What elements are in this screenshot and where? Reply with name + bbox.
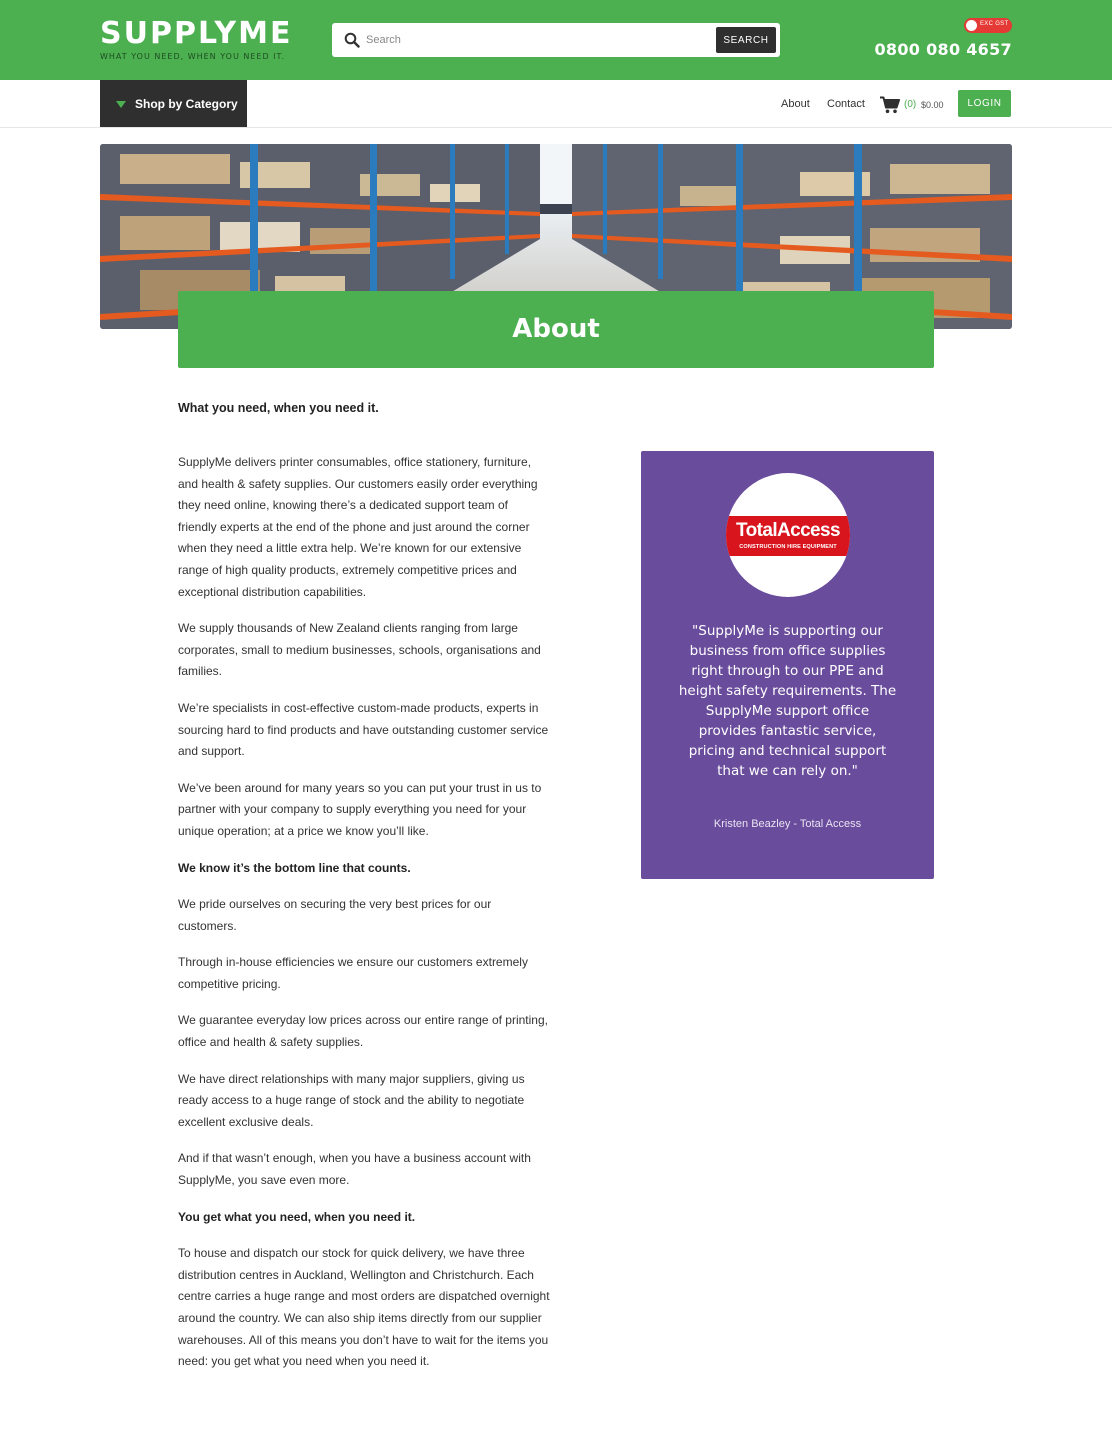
logo-wordmark: SUPPLYME	[100, 16, 293, 51]
about-paragraph: To house and dispatch our stock for quic…	[178, 1246, 550, 1369]
about-subheading: You get what you need, when you need it.	[178, 1209, 416, 1224]
nav-about-link[interactable]: About	[781, 98, 810, 110]
logo-tagline: WHAT YOU NEED, WHEN YOU NEED IT.	[100, 52, 285, 61]
top-header: SUPPLYME WHAT YOU NEED, WHEN YOU NEED IT…	[0, 0, 1112, 80]
intro-heading: What you need, when you need it.	[178, 401, 379, 415]
testimonial-card: TotalAccess CONSTRUCTION HIRE EQUIPMENT …	[641, 451, 934, 879]
page-title: About	[512, 314, 600, 344]
logo-sub-text: CONSTRUCTION HIRE EQUIPMENT	[739, 544, 837, 550]
toggle-knob-icon	[966, 20, 977, 31]
about-paragraph: We’re specialists in cost-effective cust…	[178, 700, 549, 759]
search-icon	[344, 32, 360, 48]
testimonial-author: Kristen Beazley - Total Access	[713, 818, 862, 830]
cart-total[interactable]: $0.00	[921, 100, 944, 110]
about-paragraph: We’ve been around for many years so you …	[178, 780, 542, 838]
about-content: SupplyMe delivers printer consumables, o…	[178, 452, 550, 1388]
about-paragraph: We guarantee everyday low prices across …	[178, 1013, 548, 1050]
nav-contact-link[interactable]: Contact	[827, 98, 865, 110]
total-access-logo: TotalAccess CONSTRUCTION HIRE EQUIPMENT	[726, 473, 850, 597]
search-input[interactable]	[366, 28, 736, 52]
testimonial-quote: "SupplyMe is supporting our business fro…	[678, 623, 897, 779]
cart-count[interactable]: (0)	[904, 99, 916, 110]
main-nav: Shop by Category About Contact (0) $0.00…	[0, 80, 1112, 128]
search-button[interactable]: SEARCH	[716, 27, 776, 53]
page-title-banner: About	[178, 291, 934, 368]
about-paragraph: SupplyMe delivers printer consumables, o…	[178, 455, 538, 599]
phone-number[interactable]: 0800 080 4657	[874, 40, 1012, 59]
about-paragraph: And if that wasn’t enough, when you have…	[178, 1151, 531, 1188]
about-subheading: We know it’s the bottom line that counts…	[178, 860, 411, 875]
supplyme-logo[interactable]: SUPPLYME WHAT YOU NEED, WHEN YOU NEED IT…	[100, 16, 293, 62]
gst-toggle[interactable]: EXC GST	[964, 18, 1012, 33]
about-paragraph: We have direct relationships with many m…	[178, 1071, 525, 1129]
shop-by-category-label: Shop by Category	[135, 97, 238, 111]
gst-toggle-label: EXC GST	[980, 21, 1009, 27]
logo-main-text: TotalAccess	[736, 520, 841, 541]
search-bar: SEARCH	[332, 23, 780, 57]
about-paragraph: Through in-house efficiencies we ensure …	[178, 955, 528, 991]
about-paragraph: We supply thousands of New Zealand clien…	[178, 621, 541, 679]
dropdown-triangle-icon	[116, 101, 126, 108]
about-paragraph: We pride ourselves on securing the very …	[178, 897, 492, 933]
login-button[interactable]: LOGIN	[958, 90, 1011, 117]
cart-icon[interactable]	[880, 96, 900, 114]
shop-by-category-button[interactable]: Shop by Category	[100, 80, 247, 127]
